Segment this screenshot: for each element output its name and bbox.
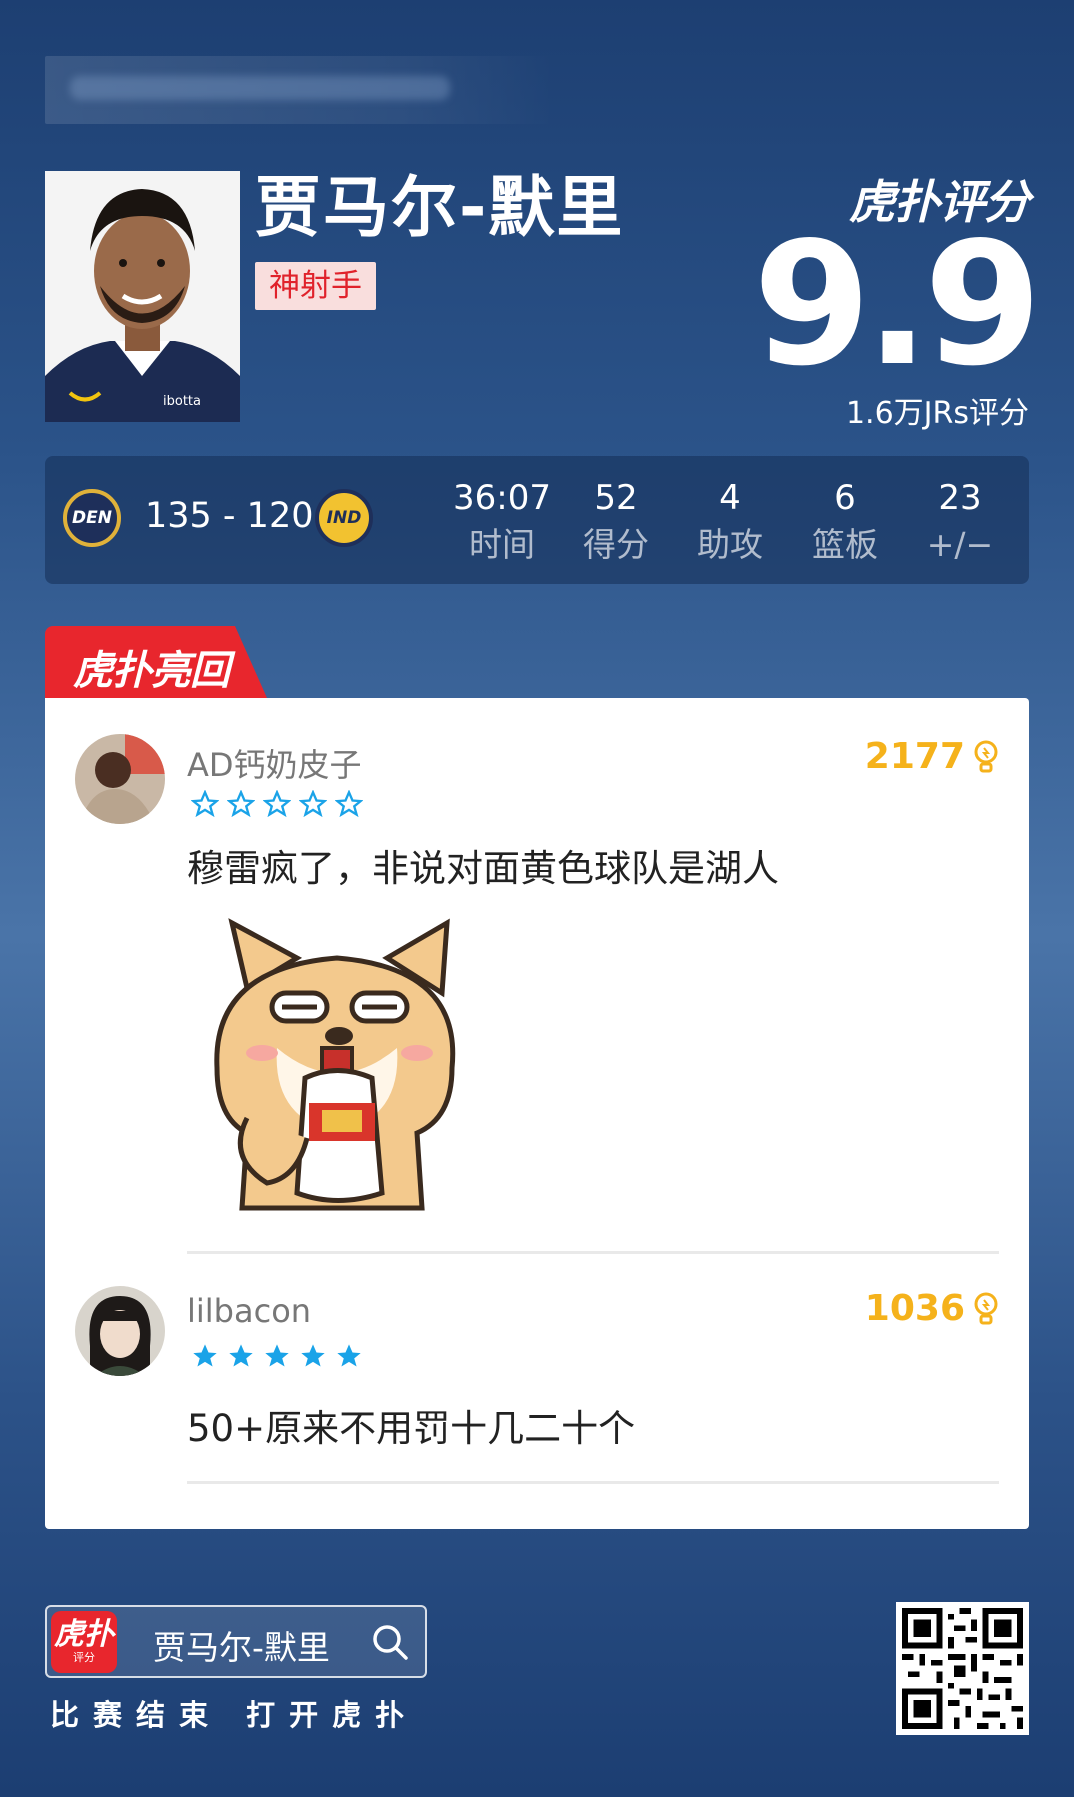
rating-stars xyxy=(191,1342,363,1370)
comment-divider xyxy=(187,1251,999,1254)
rating-value: 9.9 xyxy=(752,206,1042,404)
stat-minutes: 36:07 时间 xyxy=(453,478,551,564)
star-icon xyxy=(263,790,291,818)
star-icon xyxy=(335,790,363,818)
star-icon xyxy=(337,1344,361,1367)
star-icon xyxy=(193,1344,217,1367)
star-icon xyxy=(299,790,327,818)
bulb-icon xyxy=(974,1292,998,1324)
comment-username[interactable]: AD钙奶皮子 xyxy=(187,740,362,786)
comment-username[interactable]: lilbacon xyxy=(187,1292,311,1330)
game-stats-panel: DEN 135 - 120 IND 36:07 时间 52 得分 4 助攻 6 篮板 2… xyxy=(45,456,1029,584)
stat-rebounds: 6 篮板 xyxy=(812,478,878,564)
cta-text: 比赛结束 打开虎扑 xyxy=(50,1698,419,1732)
game-score: 135 - 120 xyxy=(145,496,314,536)
player-photo: ibotta xyxy=(45,171,240,422)
dog-sticker-image[interactable] xyxy=(187,918,487,1218)
star-icon xyxy=(229,1344,253,1367)
search-box[interactable]: 虎扑 评分 贾马尔-默里 xyxy=(45,1605,427,1678)
star-icon xyxy=(265,1344,289,1367)
top-banner xyxy=(45,56,555,124)
rating-stars xyxy=(191,790,363,818)
search-query[interactable]: 贾马尔-默里 xyxy=(153,1621,330,1669)
player-name: 贾马尔-默里 xyxy=(255,169,625,246)
rating-count: 1.6万JRs评分 xyxy=(845,396,1029,431)
highlight-replies-tab: 虎扑亮回复 xyxy=(45,626,267,698)
star-icon xyxy=(301,1344,325,1367)
search-icon[interactable] xyxy=(371,1623,409,1661)
bulb-icon xyxy=(974,740,998,772)
star-icon xyxy=(191,790,219,818)
star-icon xyxy=(227,790,255,818)
qr-code[interactable] xyxy=(896,1602,1029,1735)
stat-points: 52 得分 xyxy=(583,478,649,564)
player-tag-badge: 神射手 xyxy=(255,262,376,310)
hupu-app-icon[interactable]: 虎扑 评分 xyxy=(51,1611,117,1673)
comment-likes[interactable]: 1036 xyxy=(865,1288,999,1329)
avatar[interactable] xyxy=(75,734,165,824)
avatar[interactable] xyxy=(75,1286,165,1376)
comment-likes[interactable]: 2177 xyxy=(865,736,999,777)
ind-team-logo: IND xyxy=(315,489,373,547)
comments-card: AD钙奶皮子 2177 穆雷疯了，非说对面黄色球队是湖人 lilbacon 10… xyxy=(45,698,1029,1529)
svg-text:ibotta: ibotta xyxy=(163,394,201,409)
stat-assists: 4 助攻 xyxy=(697,478,763,564)
comment-divider xyxy=(187,1481,999,1484)
comment-text: 50+原来不用罚十几二十个 xyxy=(187,1407,636,1450)
comment-text: 穆雷疯了，非说对面黄色球队是湖人 xyxy=(187,847,779,890)
den-team-logo: DEN xyxy=(63,489,121,547)
stat-plus-minus: 23 +/− xyxy=(926,478,994,564)
